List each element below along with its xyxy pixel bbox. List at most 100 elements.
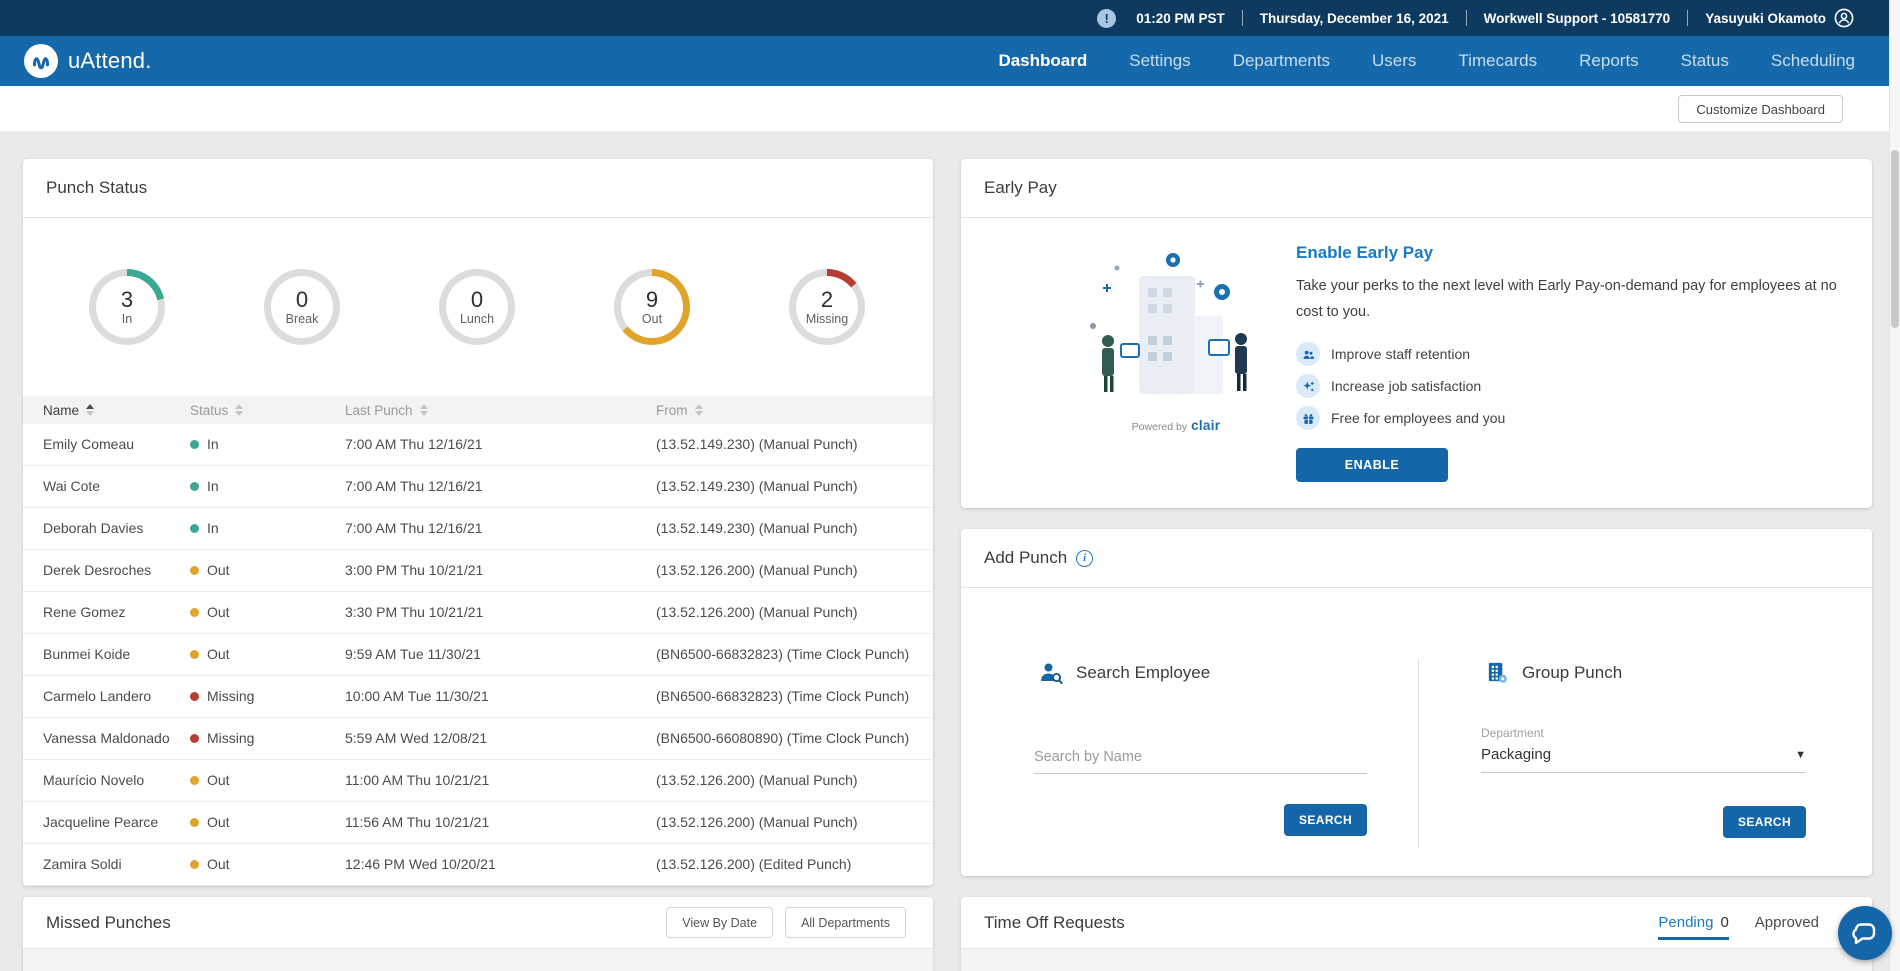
time-off-table-header (961, 949, 1872, 971)
punch-stats: 3 In 0 Break 0 Lunch 9 Out 2 Missing (23, 218, 933, 396)
early-pay-header: Early Pay (961, 159, 1872, 218)
status-label: Out (207, 646, 230, 662)
group-punch-search-button[interactable]: SEARCH (1723, 806, 1806, 838)
punch-from: (13.52.149.230) (Manual Punch) (656, 520, 858, 536)
last-punch: 12:46 PM Wed 10/20/21 (345, 856, 496, 872)
last-punch: 7:00 AM Thu 12/16/21 (345, 436, 483, 452)
vertical-divider (1418, 659, 1419, 849)
view-by-date-button[interactable]: View By Date (666, 907, 774, 938)
table-row: Carmelo Landero Missing 10:00 AM Tue 11/30… (23, 676, 933, 718)
employee-name: Jacqueline Pearce (43, 814, 159, 830)
nav-item-reports[interactable]: Reports (1579, 51, 1639, 71)
early-pay-text: Enable Early Pay Take your perks to the … (1296, 243, 1871, 482)
nav-item-dashboard[interactable]: Dashboard (998, 51, 1087, 71)
nav-item-settings[interactable]: Settings (1129, 51, 1190, 71)
alert-icon[interactable]: ! (1097, 8, 1117, 28)
nav-item-timecards[interactable]: Timecards (1458, 51, 1537, 71)
add-punch-card: Add Punch i Search Employee SEARCH (961, 529, 1872, 876)
person-circle-icon (1834, 8, 1854, 28)
person-search-icon (1041, 663, 1063, 684)
time-off-requests-card: Time Off Requests Pending 0 Approved (961, 897, 1872, 971)
status-dot (190, 482, 199, 491)
customize-dashboard-button[interactable]: Customize Dashboard (1678, 95, 1843, 123)
bullet-item: Improve staff retention (1296, 338, 1871, 370)
table-row: Vanessa Maldonado Missing 5:59 AM Wed 12/0… (23, 718, 933, 760)
status-label: In (207, 478, 219, 494)
sort-icon (235, 404, 244, 416)
top-bar: ! 01:20 PM PST Thursday, December 16, 20… (0, 0, 1900, 36)
punch-stat-break: 0 Break (264, 269, 340, 345)
employee-name: Carmelo Landero (43, 688, 152, 704)
punch-from: (13.52.126.200) (Manual Punch) (656, 772, 858, 788)
stat-value: 2 (820, 287, 834, 312)
scrollbar-thumb[interactable] (1891, 150, 1899, 328)
last-punch: 9:59 AM Tue 11/30/21 (345, 646, 481, 662)
last-punch: 11:00 AM Thu 10/21/21 (345, 772, 490, 788)
all-departments-button[interactable]: All Departments (785, 907, 906, 938)
add-punch-header: Add Punch i (961, 529, 1872, 588)
punch-from: (BN6500-66832823) (Time Clock Punch) (656, 688, 910, 704)
nav-item-users[interactable]: Users (1372, 51, 1416, 71)
last-punch: 3:00 PM Thu 10/21/21 (345, 562, 484, 578)
missed-punches-header: Missed Punches View By Date All Departme… (23, 897, 933, 949)
punch-from: (13.52.126.200) (Manual Punch) (656, 562, 858, 578)
table-row: Wai Cote In 7:00 AM Thu 12/16/21 (13.52.149… (23, 466, 933, 508)
employee-name: Bunmei Koide (43, 646, 131, 662)
pending-count: 0 (1720, 914, 1729, 931)
sort-header-last-punch[interactable]: Last Punch (345, 403, 656, 418)
employee-name: Zamira Soldi (43, 856, 122, 872)
stat-label: In (121, 312, 133, 326)
early-pay-illustration (1090, 253, 1247, 394)
scrollbar-track[interactable] (1889, 0, 1900, 971)
last-punch: 11:56 AM Thu 10/21/21 (345, 814, 490, 830)
status-label: Out (207, 856, 230, 872)
employee-name: Maurício Novelo (43, 772, 145, 788)
employee-name: Rene Gomez (43, 604, 126, 620)
employee-name: Derek Desroches (43, 562, 152, 578)
department-label: Department (1481, 726, 1544, 740)
nav-item-status[interactable]: Status (1681, 51, 1729, 71)
info-icon[interactable]: i (1076, 549, 1094, 567)
employee-name: Emily Comeau (43, 436, 135, 452)
main-nav: uAttend. Dashboard Settings Departments Use… (0, 36, 1900, 86)
last-punch: 3:30 PM Thu 10/21/21 (345, 604, 484, 620)
enable-button[interactable]: ENABLE (1296, 448, 1448, 482)
tab-pending[interactable]: Pending 0 (1658, 897, 1729, 948)
divider (1687, 10, 1689, 26)
nav-item-departments[interactable]: Departments (1233, 51, 1330, 71)
punch-rows: Emily Comeau In 7:00 AM Thu 12/16/21 (13.52… (23, 424, 933, 886)
brand-logo[interactable]: uAttend. (24, 44, 152, 78)
clair-logo: clair (1191, 418, 1221, 433)
sub-header: Customize Dashboard (0, 86, 1900, 131)
add-punch-content: Search Employee SEARCH Group Punch Depar… (961, 588, 1872, 875)
team-icon (1296, 342, 1320, 366)
missed-punches-table-header (23, 949, 933, 971)
stat-label: Out (641, 312, 663, 326)
chat-fab-button[interactable] (1838, 906, 1892, 960)
nav-item-scheduling[interactable]: Scheduling (1771, 51, 1855, 71)
chevron-down-icon: ▼ (1795, 748, 1806, 761)
sort-icon (419, 404, 428, 416)
status-label: In (207, 520, 219, 536)
stat-value: 3 (120, 287, 134, 312)
card-title: Time Off Requests (984, 912, 1125, 932)
tab-approved[interactable]: Approved (1755, 897, 1849, 948)
early-pay-content: Powered by clair Enable Early Pay Take yo… (961, 218, 1872, 508)
department-select[interactable]: Packaging ▼ (1481, 746, 1806, 773)
nav-items: Dashboard Settings Departments Users Timecar… (998, 51, 1855, 71)
punch-from: (BN6500-66080890) (Time Clock Punch) (656, 730, 910, 746)
stat-label: Lunch (459, 312, 495, 326)
search-employee-input[interactable] (1034, 745, 1367, 774)
search-employee-button[interactable]: SEARCH (1284, 804, 1367, 836)
sort-header-status[interactable]: Status (190, 403, 345, 418)
user-menu[interactable]: Yasuyuki Okamoto (1705, 8, 1854, 28)
sort-header-name[interactable]: Name (23, 403, 190, 418)
status-label: Out (207, 814, 230, 830)
sort-header-from[interactable]: From (656, 403, 933, 418)
employee-name: Deborah Davies (43, 520, 144, 536)
uattend-logo-icon (24, 44, 58, 78)
status-dot (190, 608, 199, 617)
time-off-header: Time Off Requests Pending 0 Approved (961, 897, 1872, 949)
status-dot (190, 566, 199, 575)
gift-icon (1296, 406, 1320, 430)
